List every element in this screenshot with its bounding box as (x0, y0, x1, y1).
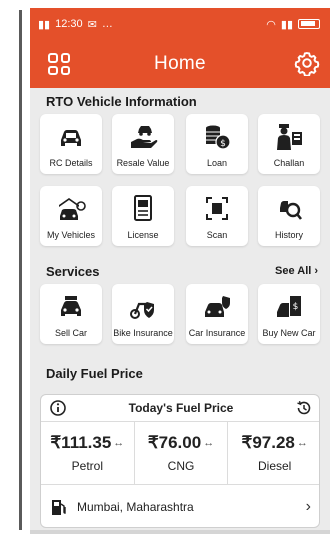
cng-price: ₹76.00 ↔ (148, 433, 214, 453)
left-border-line (19, 10, 22, 530)
rc-details-label: RC Details (49, 158, 93, 168)
fuel-card-header: Today's Fuel Price (41, 395, 319, 421)
svg-text:$: $ (220, 139, 226, 149)
resale-value-tile[interactable]: Resale Value (112, 114, 174, 174)
diesel-price-value: ₹97.28 (241, 433, 295, 452)
info-icon[interactable] (49, 399, 67, 417)
bottom-strip (30, 530, 330, 534)
loan-label: Loan (206, 158, 228, 168)
license-label: License (127, 230, 159, 240)
chevron-right-icon: › (305, 498, 311, 515)
status-bar: ▮▮ 12:30 ✉ … ◠ ▮▮ (30, 14, 330, 34)
car-icon (61, 130, 81, 146)
my-vehicles-label: My Vehicles (46, 230, 96, 240)
cng-price-value: ₹76.00 (147, 433, 202, 452)
license-tile[interactable]: License (112, 186, 174, 246)
cng-price-cell[interactable]: ₹76.00 ↔ CNG (135, 422, 229, 484)
scan-tile[interactable]: Scan (186, 186, 248, 246)
loan-tile[interactable]: $ Loan (186, 114, 248, 174)
sell-car-label: Sell Car (54, 328, 87, 338)
location-selector[interactable]: Mumbai, Maharashtra › (41, 487, 319, 527)
coins-icon: $ (206, 125, 231, 150)
top-bar: Home (30, 44, 330, 84)
see-all-label: See All (275, 265, 312, 277)
screenshot-page: ▮▮ 12:30 ✉ … ◠ ▮▮ Home RTO Vehicle Infor… (0, 0, 336, 534)
arrows-icon: ↔ (296, 437, 308, 449)
chevron-right-icon: › (314, 265, 318, 277)
see-all-link[interactable]: See All › (275, 265, 318, 277)
status-right: ◠ ▮▮ (266, 18, 320, 31)
gear-icon[interactable] (294, 50, 320, 76)
bike-shield-icon (130, 302, 154, 319)
cng-label: CNG (167, 459, 195, 473)
fuel-pump-icon (52, 500, 66, 515)
fuel-section-title: Daily Fuel Price (46, 366, 143, 381)
status-extra: … (101, 18, 113, 30)
sell-car-tile[interactable]: Sell Car (40, 284, 102, 344)
challan-tile[interactable]: Challan (258, 114, 320, 174)
history-search-icon (280, 201, 303, 220)
battery-icon (298, 19, 320, 29)
car-shield-icon (205, 296, 230, 317)
bike-insurance-label: Bike Insurance (113, 328, 173, 338)
status-left: ▮▮ 12:30 ✉ … (38, 18, 113, 31)
diesel-price: ₹97.28 ↔ (242, 433, 308, 453)
challan-label: Challan (273, 158, 305, 168)
history-label: History (274, 230, 303, 240)
history-tile[interactable]: History (258, 186, 320, 246)
fuel-prices-row: ₹111.35 ↔ Petrol ₹76.00 ↔ CNG ₹97.28 ↔ D… (41, 421, 319, 485)
petrol-price-cell[interactable]: ₹111.35 ↔ Petrol (41, 422, 135, 484)
resale-value-label: Resale Value (116, 158, 170, 168)
page-title: Home (154, 53, 206, 74)
menu-grid-icon[interactable] (48, 53, 70, 75)
petrol-price-value: ₹111.35 (50, 433, 112, 452)
petrol-label: Petrol (71, 459, 104, 473)
location-text: Mumbai, Maharashtra (77, 500, 194, 514)
buy-new-car-tile[interactable]: $ Buy New Car (258, 284, 320, 344)
scan-icon (206, 197, 228, 220)
arrows-icon: ↔ (113, 437, 125, 449)
bike-insurance-tile[interactable]: Bike Insurance (112, 284, 174, 344)
diesel-price-cell[interactable]: ₹97.28 ↔ Diesel (228, 422, 319, 484)
car-insurance-label: Car Insurance (188, 328, 246, 338)
services-section-title: Services (46, 264, 100, 279)
car-insurance-tile[interactable]: Car Insurance (186, 284, 248, 344)
signal-icon: ▮▮ (38, 18, 51, 31)
svg-text:$: $ (293, 302, 299, 312)
petrol-price: ₹111.35 ↔ (50, 433, 124, 453)
hand-car-icon (131, 126, 158, 148)
diesel-label: Diesel (258, 459, 292, 473)
wifi-icon: ◠ (266, 18, 276, 31)
rc-details-tile[interactable]: RC Details (40, 114, 102, 174)
rto-section-title: RTO Vehicle Information (46, 94, 197, 109)
app-bar: ▮▮ 12:30 ✉ … ◠ ▮▮ Home (30, 8, 330, 88)
license-icon (134, 195, 152, 221)
scan-label: Scan (206, 230, 228, 240)
phone-screen: ▮▮ 12:30 ✉ … ◠ ▮▮ Home RTO Vehicle Infor… (30, 8, 330, 534)
buy-new-car-label: Buy New Car (262, 328, 316, 338)
fuel-price-card: Today's Fuel Price ₹111.35 ↔ Petrol ₹76.… (40, 394, 320, 528)
network-icon: ▮▮ (280, 18, 293, 31)
history-clock-icon[interactable] (295, 399, 313, 417)
sell-car-icon (61, 296, 81, 316)
arrows-icon: ↔ (203, 437, 215, 449)
status-time: 12:30 (55, 18, 83, 30)
my-vehicles-tile[interactable]: My Vehicles (40, 186, 102, 246)
buy-car-icon: $ (277, 296, 301, 317)
car-home-icon (59, 198, 86, 220)
fuel-card-title: Today's Fuel Price (128, 401, 234, 415)
police-icon (277, 124, 302, 150)
notification-icon: ✉ (87, 18, 97, 31)
